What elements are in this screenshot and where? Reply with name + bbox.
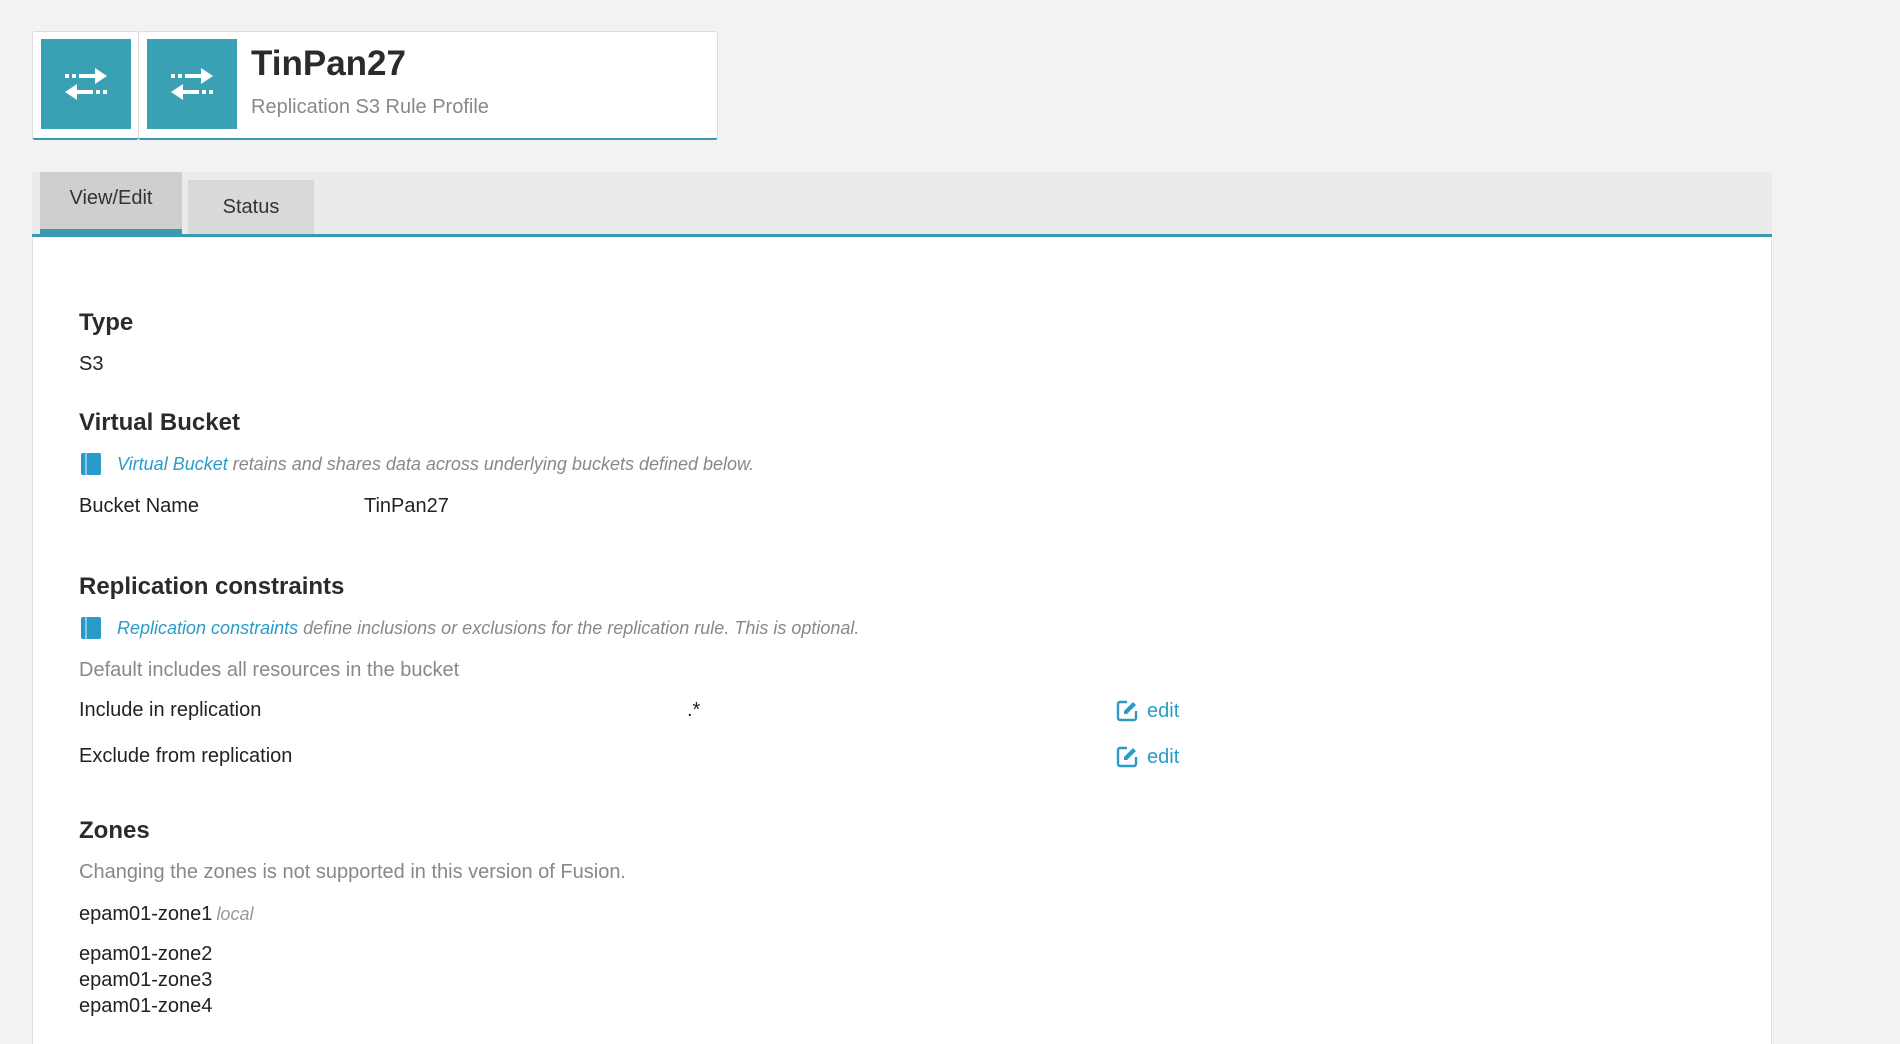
default-includes-text: Default includes all resources in the bu… xyxy=(79,659,460,681)
zones-note: Changing the zones is not supported in t… xyxy=(79,861,626,883)
tab-bar: View/Edit Status xyxy=(32,172,1772,237)
replication-constraints-note-text: define inclusions or exclusions for the … xyxy=(303,617,860,638)
tab-view-edit[interactable]: View/Edit xyxy=(40,172,182,234)
zones-heading: Zones xyxy=(79,817,150,844)
edit-icon xyxy=(1116,700,1138,722)
replication-arrows-icon xyxy=(147,39,237,129)
include-edit-label: edit xyxy=(1147,699,1180,722)
replication-constraints-heading: Replication constraints xyxy=(79,573,345,600)
bucket-name-label: Bucket Name xyxy=(79,495,200,517)
profile-type-tile[interactable] xyxy=(32,31,139,140)
exclude-edit-label: edit xyxy=(1147,745,1180,768)
edit-icon xyxy=(1116,746,1138,768)
virtual-bucket-heading: Virtual Bucket xyxy=(79,409,240,436)
page-title: TinPan27 xyxy=(251,44,406,83)
zone-local-tag: local xyxy=(216,904,254,924)
type-value: S3 xyxy=(79,353,104,375)
main-panel: Type S3 Virtual Bucket Virtual Bucket re… xyxy=(32,237,1772,1044)
page: TinPan27 Replication S3 Rule Profile Vie… xyxy=(0,0,1900,1044)
book-icon xyxy=(81,453,101,475)
exclude-label: Exclude from replication xyxy=(79,745,293,767)
page-subtitle: Replication S3 Rule Profile xyxy=(251,96,489,118)
virtual-bucket-note: Virtual Bucket retains and shares data a… xyxy=(81,453,754,475)
replication-arrows-icon xyxy=(41,39,131,129)
zone-item: epam01-zone3 xyxy=(79,969,213,991)
include-label: Include in replication xyxy=(79,699,262,721)
include-value: .* xyxy=(687,699,701,721)
zone-name: epam01-zone1 xyxy=(79,903,213,925)
bucket-name-value: TinPan27 xyxy=(364,495,449,517)
virtual-bucket-help-link[interactable]: Virtual Bucket xyxy=(117,454,228,475)
virtual-bucket-note-text: retains and shares data across underlyin… xyxy=(232,453,755,474)
type-heading: Type xyxy=(79,309,134,336)
tab-status[interactable]: Status xyxy=(188,180,314,234)
zone-item: epam01-zone4 xyxy=(79,995,213,1017)
book-icon xyxy=(81,617,101,639)
zone-item: epam01-zone2 xyxy=(79,943,213,965)
zone-local: epam01-zone1 local xyxy=(79,903,253,926)
exclude-edit-button[interactable]: edit xyxy=(1115,745,1179,769)
replication-constraints-help-link[interactable]: Replication constraints xyxy=(117,618,298,639)
include-edit-button[interactable]: edit xyxy=(1115,699,1179,723)
profile-header-card: TinPan27 Replication S3 Rule Profile xyxy=(138,31,718,140)
replication-constraints-note: Replication constraints define inclusion… xyxy=(81,617,859,639)
